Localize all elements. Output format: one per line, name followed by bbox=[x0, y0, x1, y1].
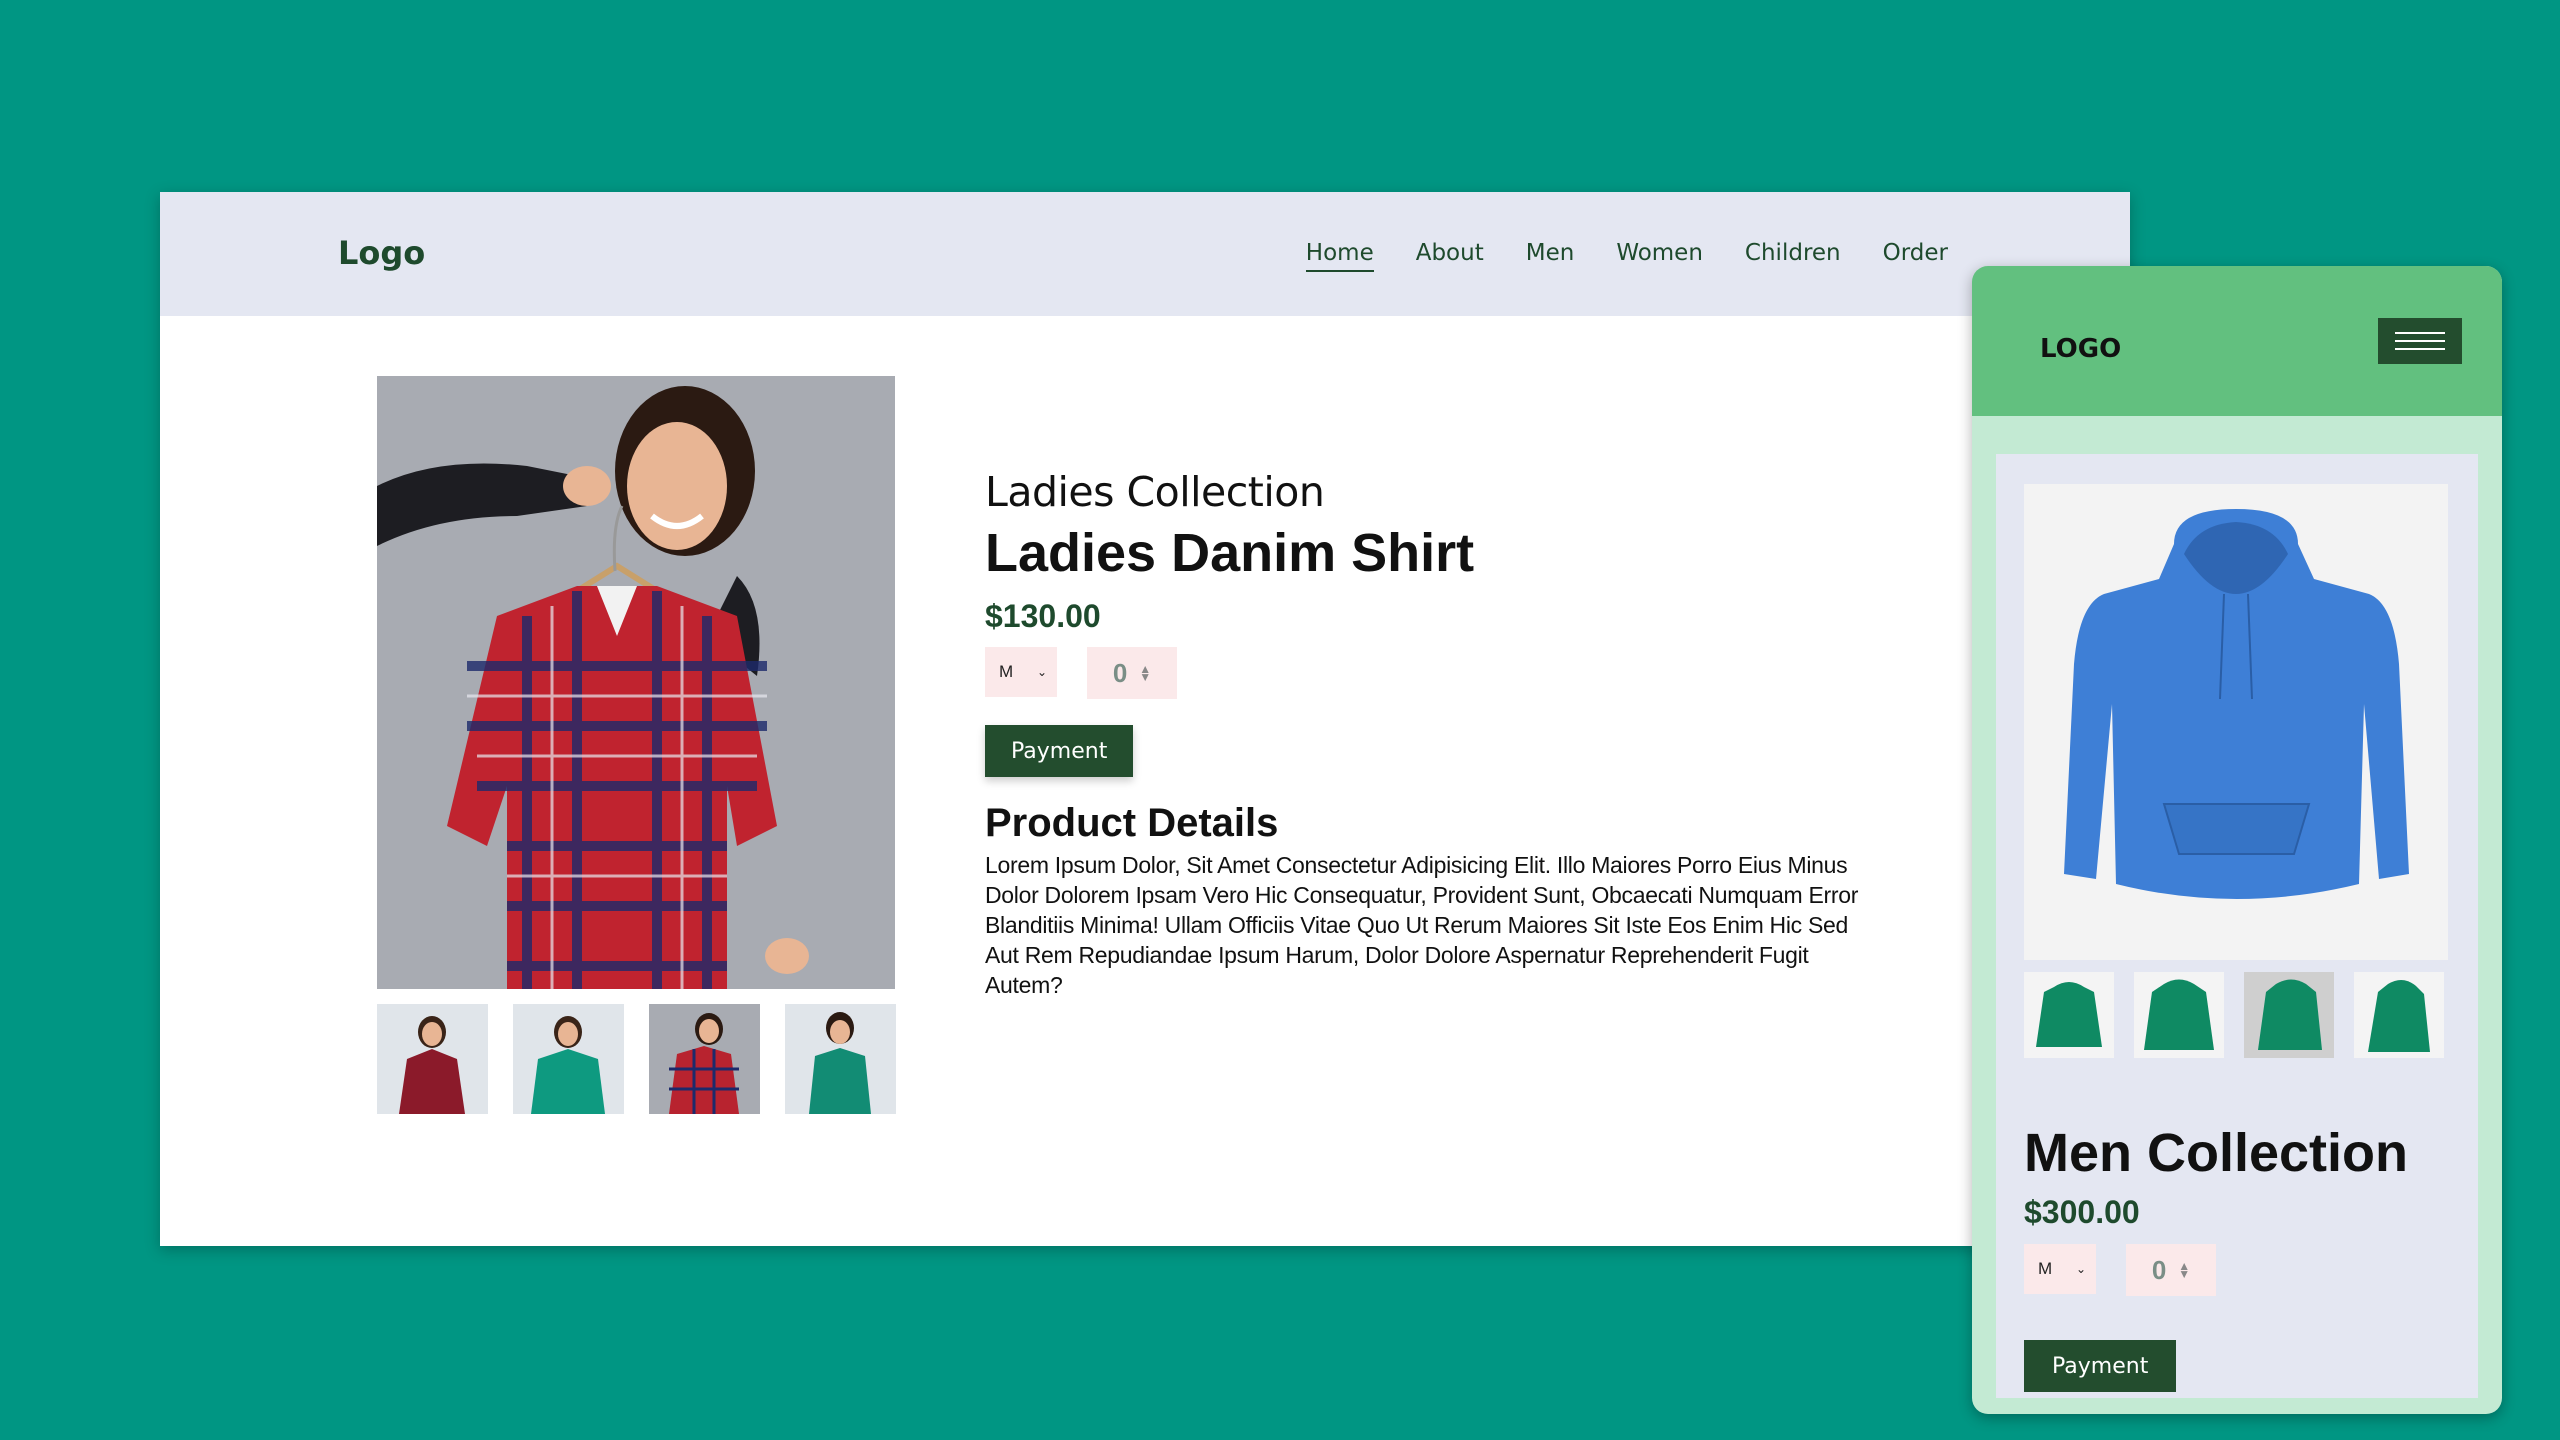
desktop-mockup: Logo Home About Men Women Children Order bbox=[160, 192, 2130, 1246]
desktop-logo[interactable]: Logo bbox=[338, 234, 425, 272]
chevron-down-icon: ⌄ bbox=[2075, 1262, 2086, 1276]
product-details-heading: Product Details bbox=[985, 801, 1279, 845]
thumbnail-hoodie-2[interactable] bbox=[2134, 972, 2224, 1058]
chevron-down-icon: ⌄ bbox=[1036, 665, 1047, 679]
collection-label: Ladies Collection bbox=[985, 468, 1325, 516]
product-info: Ladies Collection Ladies Danim Shirt $13… bbox=[985, 468, 1885, 1000]
thumbnail-teal-shirt[interactable] bbox=[785, 1004, 896, 1114]
nav-item-order[interactable]: Order bbox=[1883, 240, 1948, 272]
thumbnail-plaid-shirt[interactable] bbox=[649, 1004, 760, 1114]
product-details-text: Lorem Ipsum Dolor, Sit Amet Consectetur … bbox=[985, 852, 1859, 998]
product-title: Ladies Danim Shirt bbox=[985, 523, 1475, 583]
mobile-quantity-stepper[interactable]: 0 ▲ ▼ bbox=[2126, 1244, 2216, 1296]
mobile-mockup: LOGO Men Collection $300.00 M ⌄ 0 ▲ ▼ Pa… bbox=[1972, 266, 2502, 1414]
product-main-image bbox=[377, 376, 895, 989]
stepper-arrows-icon[interactable]: ▲ ▼ bbox=[1139, 663, 1151, 683]
mobile-product-card: Men Collection $300.00 M ⌄ 0 ▲ ▼ Payment bbox=[1996, 454, 2478, 1398]
stepper-arrows-icon[interactable]: ▲ ▼ bbox=[2178, 1260, 2190, 1280]
mobile-quantity-value: 0 bbox=[2151, 1254, 2167, 1285]
nav-item-children[interactable]: Children bbox=[1745, 240, 1841, 272]
quantity-value: 0 bbox=[1112, 657, 1128, 688]
desktop-nav-menu: Home About Men Women Children Order bbox=[1305, 240, 1948, 272]
nav-item-women[interactable]: Women bbox=[1616, 240, 1703, 272]
hamburger-menu-icon[interactable] bbox=[2378, 318, 2462, 364]
size-select-value: M bbox=[999, 662, 1014, 681]
mobile-product-image bbox=[2024, 484, 2448, 960]
mobile-navbar: LOGO bbox=[1972, 266, 2502, 416]
product-thumbnails bbox=[377, 1004, 896, 1114]
thumbnail-hoodie-4[interactable] bbox=[2354, 972, 2444, 1058]
mobile-size-select[interactable]: M ⌄ bbox=[2024, 1244, 2096, 1294]
nav-item-about[interactable]: About bbox=[1416, 240, 1484, 272]
nav-item-men[interactable]: Men bbox=[1526, 240, 1575, 272]
mobile-thumbnails bbox=[2024, 972, 2444, 1058]
thumbnail-red-shirt[interactable] bbox=[377, 1004, 488, 1114]
size-select[interactable]: M ⌄ bbox=[985, 647, 1057, 697]
thumbnail-hoodie-3[interactable] bbox=[2244, 972, 2334, 1058]
thumbnail-hoodie-1[interactable] bbox=[2024, 972, 2114, 1058]
desktop-navbar: Logo Home About Men Women Children Order bbox=[160, 192, 2130, 316]
mobile-payment-button[interactable]: Payment bbox=[2024, 1340, 2177, 1392]
mobile-product-price: $300.00 bbox=[2024, 1194, 2140, 1230]
product-controls: M ⌄ 0 ▲ ▼ bbox=[985, 647, 1885, 699]
payment-button[interactable]: Payment bbox=[985, 725, 1134, 777]
mobile-product-title: Men Collection bbox=[2024, 1123, 2409, 1183]
mobile-logo[interactable]: LOGO bbox=[2040, 334, 2121, 364]
quantity-stepper[interactable]: 0 ▲ ▼ bbox=[1087, 647, 1177, 699]
mobile-size-select-value: M bbox=[2038, 1259, 2053, 1278]
mobile-product-controls: M ⌄ 0 ▲ ▼ bbox=[2024, 1244, 2216, 1296]
product-price: $130.00 bbox=[985, 598, 1101, 634]
thumbnail-green-shirt[interactable] bbox=[513, 1004, 624, 1114]
nav-item-home[interactable]: Home bbox=[1305, 240, 1374, 272]
